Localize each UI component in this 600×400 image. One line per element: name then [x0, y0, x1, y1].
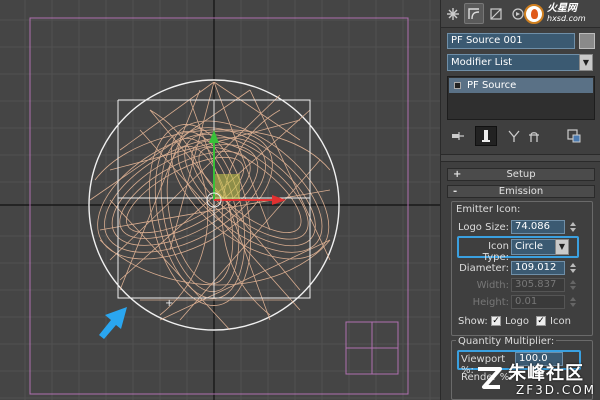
- configure-modifier-sets-icon: [567, 129, 581, 143]
- zf3d-watermark-title: 朱峰社区: [508, 363, 584, 384]
- height-spinner: 0.01: [511, 295, 565, 309]
- logo-size-label: Logo Size:: [457, 222, 509, 233]
- stack-bullet-icon: [454, 82, 461, 89]
- create-tab[interactable]: [443, 3, 463, 24]
- width-label: Width:: [476, 280, 509, 291]
- emitter-icon-title: Emitter Icon:: [456, 204, 521, 215]
- show-icon-label: Icon: [550, 316, 571, 327]
- width-spinner: 305.837: [511, 278, 565, 292]
- hierarchy-icon: [490, 7, 502, 20]
- modifier-list-dropdown[interactable]: Modifier List ▼: [447, 54, 593, 71]
- quantity-multiplier-title: Quantity Multiplier:: [456, 336, 557, 347]
- height-label: Height:: [472, 297, 509, 308]
- icon-type-label: Icon Type:: [482, 241, 509, 263]
- stack-toolbar: [447, 126, 595, 146]
- configure-modifier-sets-button[interactable]: [563, 126, 585, 146]
- make-unique-button[interactable]: [503, 126, 525, 146]
- zf3d-watermark: 朱峰社区 ZF3D.COM: [470, 357, 600, 400]
- height-spinner-arrows: [569, 295, 577, 309]
- show-logo-checkbox[interactable]: ✓: [491, 316, 501, 326]
- pin-stack-button[interactable]: [447, 126, 469, 146]
- icon-type-value: Circle: [515, 241, 544, 252]
- make-unique-icon: [508, 130, 520, 142]
- show-icon-checkbox[interactable]: ✓: [536, 316, 546, 326]
- setup-rollout-header[interactable]: + Setup: [447, 168, 595, 181]
- hxsd-logo-url: hxsd.com: [547, 14, 586, 23]
- width-spinner-arrows: [569, 278, 577, 292]
- logo-size-spinner[interactable]: 74.086: [511, 220, 565, 234]
- remove-modifier-icon: [529, 132, 539, 142]
- motion-icon: [512, 7, 524, 20]
- emission-rollout-label: Emission: [498, 186, 544, 197]
- modifier-stack: PF Source: [447, 76, 595, 120]
- setup-rollout-label: Setup: [506, 169, 536, 180]
- show-end-result-icon: [482, 130, 490, 142]
- panel-separator: [441, 154, 600, 162]
- create-icon: [447, 7, 459, 20]
- setup-rollout-sign: +: [453, 169, 462, 180]
- show-logo-label: Logo: [505, 316, 529, 327]
- zf3d-logo-icon: [478, 367, 502, 389]
- hxsd-logo: 火星网 hxsd.com: [524, 2, 598, 26]
- perspective-viewport[interactable]: +: [0, 0, 440, 400]
- viewport-scene: +: [0, 0, 440, 400]
- diameter-spinner[interactable]: 109.012: [511, 261, 565, 275]
- logo-size-spinner-arrows[interactable]: [569, 220, 577, 234]
- remove-modifier-button[interactable]: [523, 126, 545, 146]
- stack-item-pf-source[interactable]: PF Source: [449, 78, 593, 93]
- command-panel: 火星网 hxsd.com PF Source 001 Modifier List…: [440, 0, 600, 400]
- modify-icon: [468, 7, 480, 19]
- chevron-down-icon[interactable]: ▼: [579, 54, 593, 71]
- pin-stack-icon: [452, 132, 464, 140]
- modifier-list-label: Modifier List: [451, 57, 513, 68]
- hxsd-logo-title: 火星网: [547, 3, 577, 14]
- diameter-label: Diameter:: [459, 263, 509, 274]
- show-label: Show:: [458, 316, 488, 327]
- show-end-result-button[interactable]: [475, 126, 497, 146]
- diameter-spinner-arrows[interactable]: [569, 261, 577, 275]
- stack-item-label: PF Source: [467, 80, 517, 91]
- pivot-cross: +: [165, 298, 173, 309]
- object-color-swatch[interactable]: [579, 33, 595, 49]
- emission-rollout-sign: -: [453, 186, 458, 197]
- modify-tab[interactable]: [464, 3, 484, 24]
- hxsd-logo-mark: [524, 4, 544, 24]
- chevron-down-icon[interactable]: ▼: [555, 239, 569, 255]
- object-name-field[interactable]: PF Source 001: [447, 33, 575, 49]
- hierarchy-tab[interactable]: [486, 3, 506, 24]
- icon-type-dropdown[interactable]: Circle ▼: [511, 239, 569, 255]
- emission-rollout-header[interactable]: - Emission: [447, 185, 595, 198]
- callout-arrow-icon: [99, 307, 127, 339]
- zf3d-watermark-url: ZF3D.COM: [516, 383, 596, 397]
